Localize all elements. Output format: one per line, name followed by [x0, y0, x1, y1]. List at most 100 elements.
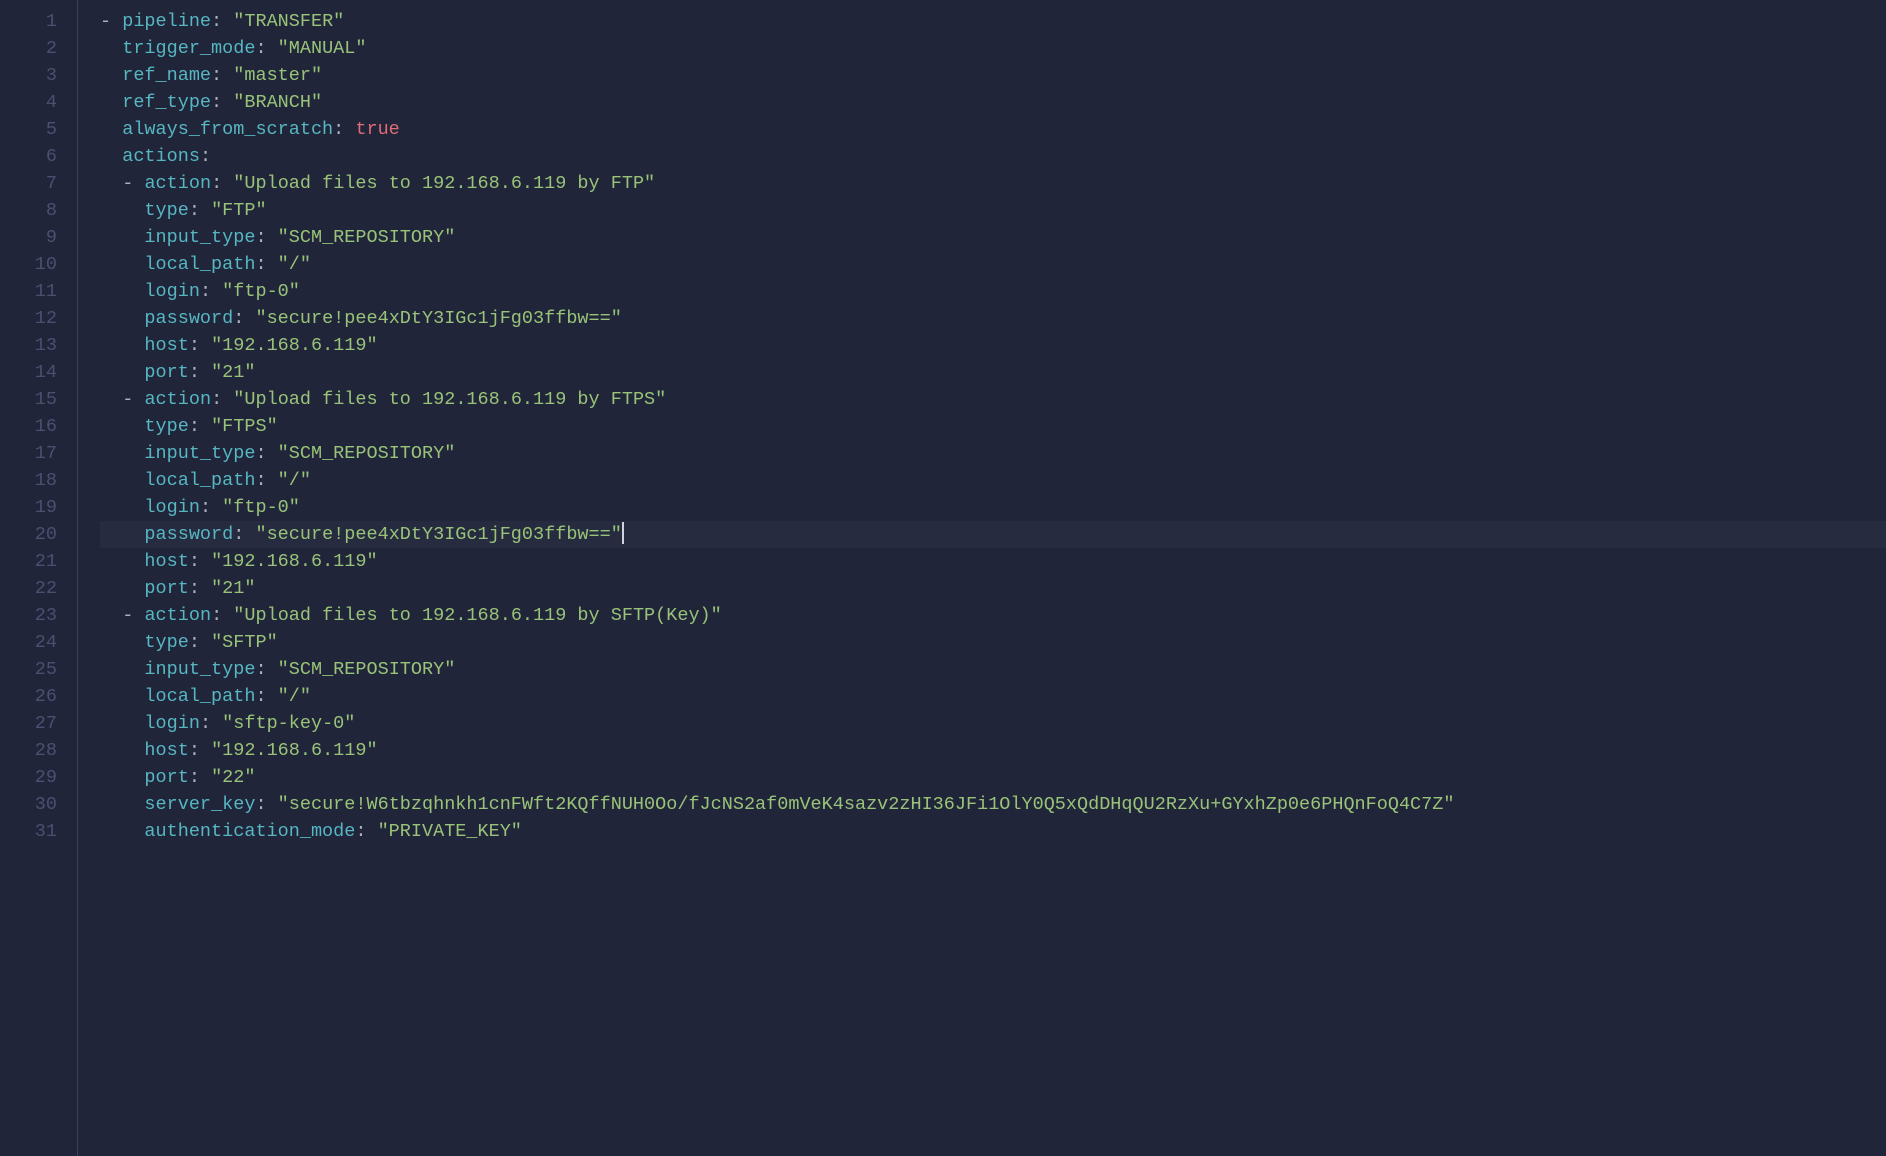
- yaml-key: action: [144, 605, 211, 626]
- code-line[interactable]: type: "SFTP": [100, 629, 1886, 656]
- yaml-key: login: [144, 281, 200, 302]
- yaml-string: "PRIVATE_KEY": [378, 821, 522, 842]
- code-line[interactable]: - pipeline: "TRANSFER": [100, 8, 1886, 35]
- code-line[interactable]: - action: "Upload files to 192.168.6.119…: [100, 170, 1886, 197]
- yaml-key: login: [144, 713, 200, 734]
- code-line[interactable]: local_path: "/": [100, 251, 1886, 278]
- yaml-key: type: [144, 416, 188, 437]
- line-number: 13: [0, 332, 57, 359]
- code-line[interactable]: - action: "Upload files to 192.168.6.119…: [100, 386, 1886, 413]
- yaml-string: "FTP": [211, 200, 267, 221]
- line-number: 31: [0, 818, 57, 845]
- yaml-key: action: [144, 389, 211, 410]
- line-number-gutter: 1234567891011121314151617181920212223242…: [0, 0, 78, 1156]
- code-line[interactable]: password: "secure!pee4xDtY3IGc1jFg03ffbw…: [100, 521, 1886, 548]
- yaml-key: login: [144, 497, 200, 518]
- code-line[interactable]: host: "192.168.6.119": [100, 332, 1886, 359]
- code-area[interactable]: - pipeline: "TRANSFER" trigger_mode: "MA…: [78, 0, 1886, 1156]
- line-number: 9: [0, 224, 57, 251]
- yaml-key: port: [144, 767, 188, 788]
- text-cursor: [622, 522, 624, 544]
- code-line[interactable]: login: "sftp-key-0": [100, 710, 1886, 737]
- line-number: 8: [0, 197, 57, 224]
- yaml-key: authentication_mode: [144, 821, 355, 842]
- code-line[interactable]: type: "FTPS": [100, 413, 1886, 440]
- yaml-string: "/": [278, 686, 311, 707]
- code-line[interactable]: local_path: "/": [100, 467, 1886, 494]
- yaml-key: input_type: [144, 443, 255, 464]
- yaml-string: "Upload files to 192.168.6.119 by FTPS": [233, 389, 666, 410]
- line-number: 25: [0, 656, 57, 683]
- yaml-boolean: true: [355, 119, 399, 140]
- code-line[interactable]: authentication_mode: "PRIVATE_KEY": [100, 818, 1886, 845]
- code-editor[interactable]: 1234567891011121314151617181920212223242…: [0, 0, 1886, 1156]
- code-line[interactable]: port: "22": [100, 764, 1886, 791]
- code-line[interactable]: trigger_mode: "MANUAL": [100, 35, 1886, 62]
- code-line[interactable]: login: "ftp-0": [100, 494, 1886, 521]
- code-line[interactable]: host: "192.168.6.119": [100, 548, 1886, 575]
- line-number: 1: [0, 8, 57, 35]
- yaml-key: host: [144, 740, 188, 761]
- code-line[interactable]: port: "21": [100, 575, 1886, 602]
- yaml-string: "ftp-0": [222, 497, 300, 518]
- line-number: 2: [0, 35, 57, 62]
- yaml-string: "SCM_REPOSITORY": [278, 659, 456, 680]
- line-number: 30: [0, 791, 57, 818]
- line-number: 23: [0, 602, 57, 629]
- code-line[interactable]: password: "secure!pee4xDtY3IGc1jFg03ffbw…: [100, 305, 1886, 332]
- yaml-string: "SCM_REPOSITORY": [278, 227, 456, 248]
- yaml-string: "MANUAL": [278, 38, 367, 59]
- yaml-key: local_path: [144, 686, 255, 707]
- code-line[interactable]: host: "192.168.6.119": [100, 737, 1886, 764]
- line-number: 20: [0, 521, 57, 548]
- code-line[interactable]: ref_type: "BRANCH": [100, 89, 1886, 116]
- yaml-string: "master": [233, 65, 322, 86]
- yaml-key: actions: [122, 146, 200, 167]
- code-line[interactable]: always_from_scratch: true: [100, 116, 1886, 143]
- line-number: 15: [0, 386, 57, 413]
- line-number: 21: [0, 548, 57, 575]
- yaml-key: action: [144, 173, 211, 194]
- code-line[interactable]: port: "21": [100, 359, 1886, 386]
- code-line[interactable]: ref_name: "master": [100, 62, 1886, 89]
- yaml-string: "21": [211, 362, 255, 383]
- yaml-string: "22": [211, 767, 255, 788]
- line-number: 17: [0, 440, 57, 467]
- yaml-key: password: [144, 524, 233, 545]
- code-line[interactable]: type: "FTP": [100, 197, 1886, 224]
- code-line[interactable]: login: "ftp-0": [100, 278, 1886, 305]
- line-number: 26: [0, 683, 57, 710]
- yaml-key: port: [144, 578, 188, 599]
- yaml-key: port: [144, 362, 188, 383]
- line-number: 6: [0, 143, 57, 170]
- code-line[interactable]: local_path: "/": [100, 683, 1886, 710]
- code-line[interactable]: input_type: "SCM_REPOSITORY": [100, 224, 1886, 251]
- code-line[interactable]: input_type: "SCM_REPOSITORY": [100, 440, 1886, 467]
- yaml-string: "secure!pee4xDtY3IGc1jFg03ffbw==": [255, 524, 621, 545]
- line-number: 19: [0, 494, 57, 521]
- yaml-key: ref_name: [122, 65, 211, 86]
- yaml-key: type: [144, 632, 188, 653]
- yaml-key: type: [144, 200, 188, 221]
- line-number: 22: [0, 575, 57, 602]
- yaml-key: input_type: [144, 227, 255, 248]
- yaml-string: "secure!W6tbzqhnkh1cnFWft2KQffNUH0Oo/fJc…: [278, 794, 1455, 815]
- line-number: 29: [0, 764, 57, 791]
- yaml-string: "FTPS": [211, 416, 278, 437]
- code-line[interactable]: - action: "Upload files to 192.168.6.119…: [100, 602, 1886, 629]
- yaml-key: host: [144, 551, 188, 572]
- yaml-string: "ftp-0": [222, 281, 300, 302]
- yaml-string: "192.168.6.119": [211, 551, 378, 572]
- line-number: 14: [0, 359, 57, 386]
- line-number: 28: [0, 737, 57, 764]
- code-line[interactable]: input_type: "SCM_REPOSITORY": [100, 656, 1886, 683]
- yaml-string: "BRANCH": [233, 92, 322, 113]
- yaml-key: input_type: [144, 659, 255, 680]
- line-number: 4: [0, 89, 57, 116]
- yaml-string: "secure!pee4xDtY3IGc1jFg03ffbw==": [255, 308, 621, 329]
- yaml-key: password: [144, 308, 233, 329]
- yaml-key: always_from_scratch: [122, 119, 333, 140]
- code-line[interactable]: server_key: "secure!W6tbzqhnkh1cnFWft2KQ…: [100, 791, 1886, 818]
- code-line[interactable]: actions:: [100, 143, 1886, 170]
- yaml-key: local_path: [144, 254, 255, 275]
